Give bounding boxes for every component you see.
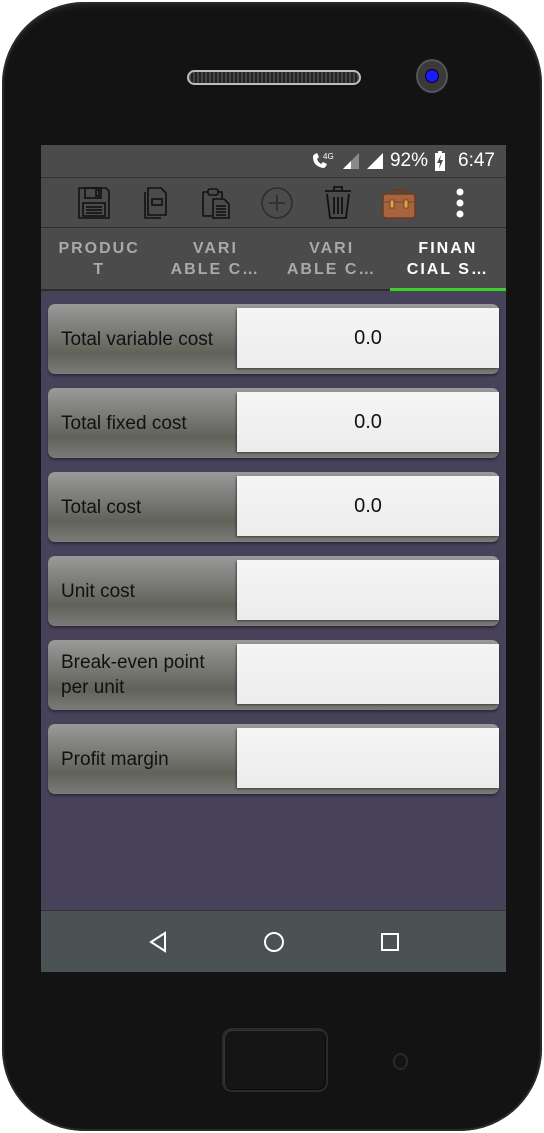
break-even-point-label: Break-even point per unit <box>61 652 205 698</box>
camera-lens <box>425 69 439 83</box>
total-variable-cost-label: Total variable cost <box>61 328 214 350</box>
add-button[interactable] <box>246 181 307 225</box>
total-cost-field[interactable] <box>237 476 499 536</box>
back-icon <box>148 930 166 953</box>
copy-button[interactable] <box>124 181 185 225</box>
tab-label: FINAN <box>418 239 478 257</box>
financial-summary-panel: Total variable cost Total fixed cost Tot… <box>41 291 506 794</box>
tab-variable-costs-2[interactable]: VARI ABLE C… <box>274 228 390 289</box>
break-even-point-row: Break-even point per unit <box>48 640 499 710</box>
recents-icon <box>380 932 399 951</box>
tab-financial-summary[interactable]: FINAN CIAL S… <box>389 228 506 291</box>
briefcase-icon <box>381 188 416 219</box>
clipboard-paste-icon <box>201 187 230 219</box>
battery-percent: 92% <box>389 150 429 171</box>
tab-label: VARI <box>192 239 238 257</box>
front-camera <box>416 59 448 93</box>
break-even-point-field[interactable] <box>237 644 499 704</box>
total-variable-cost-field[interactable] <box>237 308 499 368</box>
save-button[interactable] <box>63 181 124 225</box>
signal-full-icon <box>366 152 384 170</box>
tab-label: PRODUC <box>58 239 140 257</box>
tab-label: CIAL S… <box>406 260 489 278</box>
svg-text:4G: 4G <box>323 152 334 161</box>
earpiece-speaker <box>187 70 361 85</box>
home-icon <box>263 931 284 952</box>
hardware-home-button[interactable] <box>222 1028 328 1092</box>
paste-button[interactable] <box>185 181 246 225</box>
home-button[interactable] <box>261 929 287 955</box>
microphone <box>393 1053 408 1070</box>
plus-circle-icon <box>260 186 293 219</box>
tab-label: T <box>93 260 106 278</box>
status-bar: 4G 92% 6:47 <box>41 145 506 178</box>
tab-product[interactable]: PRODUC T <box>41 228 157 289</box>
profit-margin-row: Profit margin <box>48 724 499 794</box>
trash-icon <box>324 185 351 219</box>
total-fixed-cost-field[interactable] <box>237 392 499 452</box>
tab-label: VARI <box>309 239 355 257</box>
unit-cost-field[interactable] <box>237 560 499 620</box>
floppy-disk-icon <box>77 186 110 219</box>
delete-button[interactable] <box>307 181 368 225</box>
battery-charging-icon <box>434 151 446 171</box>
profit-margin-field[interactable] <box>237 728 499 788</box>
tab-label: ABLE C… <box>286 260 377 278</box>
tab-variable-costs-1[interactable]: VARI ABLE C… <box>157 228 273 289</box>
total-cost-row: Total cost <box>48 472 499 542</box>
tab-bar: PRODUC T VARI ABLE C… VARI ABLE C… FINAN CIA… <box>41 228 506 291</box>
copy-document-icon <box>143 186 167 219</box>
screen: 4G 92% 6:47 PRODUC T VARI ABLE C… VARI A… <box>41 145 506 972</box>
navigation-bar <box>41 910 506 972</box>
more-options-button[interactable] <box>429 181 490 225</box>
back-button[interactable] <box>145 929 171 955</box>
clock: 6:47 <box>458 150 495 171</box>
signal-weak-icon <box>342 152 360 170</box>
call-4g-icon: 4G <box>310 151 336 171</box>
profit-margin-label: Profit margin <box>61 748 169 770</box>
more-vertical-icon <box>456 188 463 217</box>
total-fixed-cost-row: Total fixed cost <box>48 388 499 458</box>
total-fixed-cost-label: Total fixed cost <box>61 412 187 434</box>
recents-button[interactable] <box>377 929 403 955</box>
unit-cost-row: Unit cost <box>48 556 499 626</box>
tab-label: ABLE C… <box>170 260 261 278</box>
total-variable-cost-row: Total variable cost <box>48 304 499 374</box>
toolbar <box>41 178 506 228</box>
unit-cost-label: Unit cost <box>61 580 135 602</box>
total-cost-label: Total cost <box>61 496 142 518</box>
briefcase-button[interactable] <box>368 181 429 225</box>
